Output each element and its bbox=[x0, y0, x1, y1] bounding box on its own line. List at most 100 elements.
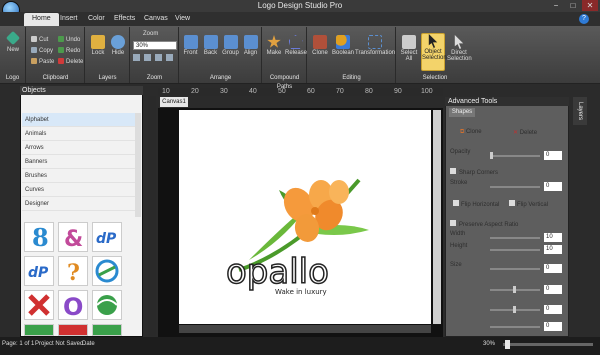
clone-shape-button[interactable]: ⧉ Clone bbox=[460, 129, 500, 143]
property-slider[interactable] bbox=[490, 268, 540, 270]
zoom-title: Zoom bbox=[143, 31, 159, 37]
thumbnail-item[interactable] bbox=[92, 256, 122, 286]
opacity-slider[interactable] bbox=[490, 155, 540, 157]
height-input[interactable]: 10 bbox=[544, 245, 562, 254]
status-date: Date bbox=[82, 341, 95, 347]
release-button[interactable]: Release bbox=[285, 35, 307, 56]
property-input[interactable]: 0 bbox=[544, 285, 562, 294]
direct-selection-button[interactable]: Direct Selection bbox=[447, 35, 472, 62]
property-input[interactable]: 0 bbox=[544, 264, 562, 273]
category-animals[interactable]: Animals bbox=[22, 127, 135, 141]
thumbnail-item[interactable]: dP bbox=[92, 222, 122, 252]
redo-button[interactable]: Redo bbox=[58, 47, 80, 55]
property-input[interactable]: 0 bbox=[544, 322, 562, 331]
flip-horizontal-checkbox[interactable] bbox=[453, 200, 459, 206]
new-button[interactable]: New bbox=[3, 30, 23, 53]
delete-shape-button[interactable]: ✕ Delete bbox=[513, 129, 553, 143]
width-input[interactable]: 10 bbox=[544, 233, 562, 242]
group-selection: Select All Object Selection Direct Selec… bbox=[397, 27, 473, 83]
property-slider-knob[interactable] bbox=[513, 306, 516, 313]
thumbnail-item[interactable] bbox=[92, 290, 122, 320]
category-curves[interactable]: Curves bbox=[22, 183, 135, 197]
property-input[interactable]: 0 bbox=[544, 305, 562, 314]
canvas-vertical-scrollbar[interactable] bbox=[433, 110, 441, 324]
paste-button[interactable]: Paste bbox=[31, 58, 54, 66]
group-clipboard: Cut Copy Paste Undo Redo Delete Clipboar… bbox=[27, 27, 85, 83]
clone-button[interactable]: Clone bbox=[309, 35, 331, 56]
align-button[interactable]: Align bbox=[241, 35, 260, 56]
hide-button[interactable]: Hide bbox=[109, 35, 127, 56]
select-all-button[interactable]: Select All bbox=[399, 35, 419, 62]
stroke-label: Stroke bbox=[450, 180, 468, 186]
delete-button[interactable]: Delete bbox=[58, 58, 83, 66]
category-arrows[interactable]: Arrows bbox=[22, 141, 135, 155]
stroke-input[interactable]: 0 bbox=[544, 182, 562, 191]
copy-button[interactable]: Copy bbox=[31, 47, 53, 55]
opacity-slider-knob[interactable] bbox=[490, 152, 493, 159]
transformation-button[interactable]: Transformation bbox=[355, 35, 395, 56]
group-button[interactable]: Group bbox=[221, 35, 240, 56]
tab-view[interactable]: View bbox=[167, 13, 198, 26]
tab-shapes[interactable]: Shapes bbox=[449, 108, 475, 117]
delete-icon bbox=[58, 58, 64, 64]
height-slider[interactable] bbox=[490, 249, 540, 251]
object-selection-button[interactable]: Object Selection bbox=[421, 33, 447, 71]
zoom-select[interactable]: 30% bbox=[133, 41, 177, 50]
thumbnail-item[interactable] bbox=[58, 324, 88, 336]
minimize-button[interactable]: − bbox=[548, 0, 564, 11]
logo-artwork[interactable]: opallo Wake in luxury bbox=[179, 110, 431, 324]
sharp-corners-checkbox[interactable] bbox=[450, 168, 456, 174]
thumbnail-item[interactable]: dP bbox=[24, 256, 54, 286]
category-alphabet[interactable]: Alphabet bbox=[22, 113, 135, 127]
maximize-button[interactable]: □ bbox=[565, 0, 581, 11]
zoom-actual-icon[interactable] bbox=[165, 54, 173, 61]
thumbnail-item[interactable]: O bbox=[58, 290, 88, 321]
width-slider[interactable] bbox=[490, 237, 540, 239]
opacity-label: Opacity bbox=[450, 149, 471, 155]
delete-shape-label: Delete bbox=[519, 130, 538, 136]
zoom-in-icon[interactable] bbox=[133, 54, 140, 61]
status-zoom-percent: 30% bbox=[483, 341, 496, 347]
thumbnail-item[interactable] bbox=[92, 324, 122, 336]
canvas-horizontal-scrollbar[interactable] bbox=[179, 325, 431, 333]
boolean-button[interactable]: Boolean bbox=[331, 35, 355, 56]
close-button[interactable]: ✕ bbox=[582, 0, 598, 11]
flip-vertical-checkbox[interactable] bbox=[509, 200, 516, 206]
flip-vertical-label: Flip Vertical bbox=[517, 202, 549, 208]
clone-label: Clone bbox=[312, 50, 328, 56]
category-scrollbar[interactable] bbox=[135, 113, 141, 217]
front-button[interactable]: Front bbox=[181, 35, 200, 56]
category-banners[interactable]: Banners bbox=[22, 155, 135, 169]
opacity-input[interactable]: 0 bbox=[544, 151, 562, 160]
property-slider-knob[interactable] bbox=[513, 286, 516, 293]
thumbnail-item[interactable] bbox=[24, 324, 54, 336]
zoom-slider-knob[interactable] bbox=[505, 340, 510, 349]
zoom-out-icon[interactable] bbox=[143, 54, 151, 61]
group-label-arrange: Arrange bbox=[209, 75, 232, 81]
property-label: Size bbox=[450, 262, 462, 268]
cut-icon bbox=[31, 36, 37, 42]
svg-text:?: ? bbox=[67, 260, 80, 285]
property-slider[interactable] bbox=[490, 326, 540, 328]
category-brushes[interactable]: Brushes bbox=[22, 169, 135, 183]
thumbnail-item[interactable]: & bbox=[58, 222, 88, 252]
stroke-slider[interactable] bbox=[490, 186, 540, 188]
preserve-aspect-checkbox[interactable] bbox=[450, 220, 456, 226]
zoom-slider[interactable] bbox=[503, 343, 593, 346]
category-designer[interactable]: Designer bbox=[22, 197, 135, 211]
help-icon[interactable]: ? bbox=[579, 14, 589, 24]
thumbnail-item[interactable]: ? bbox=[58, 256, 88, 286]
layers-side-tab[interactable]: Layers bbox=[573, 97, 587, 125]
make-button[interactable]: Make bbox=[264, 35, 284, 56]
thumbnail-item[interactable]: 8 bbox=[24, 222, 54, 252]
cut-button[interactable]: Cut bbox=[31, 36, 48, 44]
send-back-icon bbox=[203, 35, 218, 49]
undo-button[interactable]: Undo bbox=[58, 36, 80, 44]
thumbnail-item[interactable] bbox=[24, 290, 54, 320]
lock-button[interactable]: Lock bbox=[89, 35, 107, 56]
tab-canvas1[interactable]: Canvas1 bbox=[160, 97, 188, 107]
canvas-page[interactable]: opallo Wake in luxury bbox=[179, 110, 431, 324]
back-label: Back bbox=[203, 50, 218, 56]
back-button[interactable]: Back bbox=[201, 35, 220, 56]
zoom-fit-icon[interactable] bbox=[154, 54, 162, 61]
